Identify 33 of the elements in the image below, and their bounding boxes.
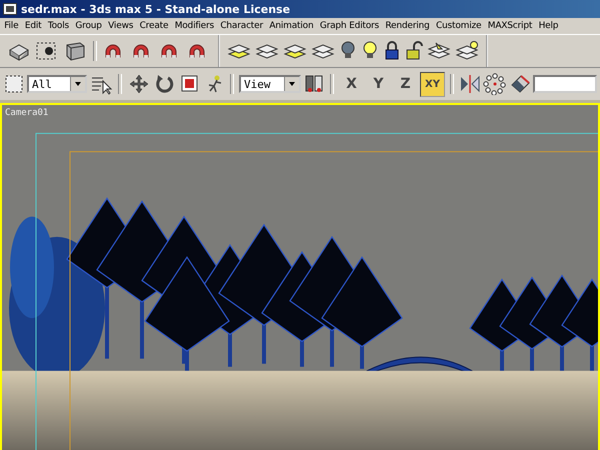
pivot-center-icon[interactable] [303,73,325,95]
mirror-icon[interactable] [459,73,481,95]
axis-constraint-button[interactable]: Z [393,72,418,96]
menu-item[interactable]: Rendering [382,21,433,31]
layers-icon[interactable] [454,40,480,62]
menu-item[interactable]: Modifiers [172,21,218,31]
move-icon[interactable] [127,73,151,95]
unlock-icon[interactable] [404,40,424,62]
menu-item[interactable]: Create [136,21,172,31]
menu-item[interactable]: Views [104,21,136,31]
menu-item[interactable]: File [1,21,22,31]
menu-item[interactable]: Character [217,21,266,31]
menu-item[interactable]: MAXScript [484,21,536,31]
menu-item[interactable]: Tools [44,21,72,31]
selection-filter-dropdown[interactable]: All [27,75,87,93]
menu-item[interactable]: Animation [266,21,317,31]
viewport[interactable]: Camera01 [0,103,600,450]
viewport-label: Camera01 [5,108,48,118]
axis-constraint-button[interactable]: Y [366,72,391,96]
array-icon[interactable] [483,73,507,95]
app-icon [3,3,17,15]
menu-item[interactable]: Group [72,21,105,31]
region-select-icon[interactable] [3,73,25,95]
axis-constraint-button[interactable]: X [339,72,364,96]
menu-item[interactable]: Edit [22,21,45,31]
axis-constraint-button[interactable]: XY [420,72,445,96]
menu-item[interactable]: Graph Editors [316,21,382,31]
align-icon[interactable] [509,73,531,95]
reference-coordinate-dropdown[interactable]: View [239,75,301,93]
menu-item[interactable]: Help [535,21,562,31]
window-title: sedr.max - 3ds max 5 - Stand-alone License [21,2,290,16]
named-selection-field[interactable] [533,75,597,93]
menu-item[interactable]: Customize [432,21,485,31]
